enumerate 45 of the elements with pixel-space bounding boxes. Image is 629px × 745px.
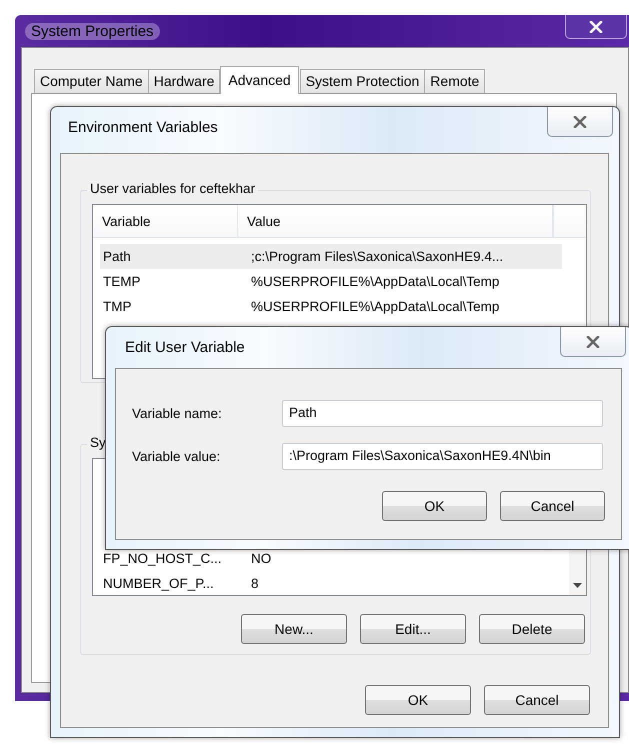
field-label: Variable value: (132, 449, 222, 464)
close-icon (573, 116, 587, 128)
button[interactable]: Cancel (484, 685, 590, 715)
table-cell-text: TEMP (102, 274, 142, 289)
group-label: User variables for ceftekhar (87, 181, 258, 196)
column-header[interactable]: Value (238, 205, 553, 237)
table-cell-text: %USERPROFILE%\AppData\Local\Temp (250, 274, 500, 289)
list-row[interactable]: NUMBER_OF_P... 8 (100, 571, 568, 596)
table-cell-text: TMP (102, 299, 132, 314)
list-row[interactable]: TMP %USERPROFILE%\AppData\Local\Temp (100, 294, 562, 319)
table-cell-text: 8 (250, 576, 259, 591)
scroll-down-icon[interactable] (573, 583, 582, 588)
list-row[interactable]: TEMP %USERPROFILE%\AppData\Local\Temp (100, 269, 562, 294)
button[interactable]: Cancel (500, 491, 605, 521)
scrollbar[interactable] (569, 549, 586, 595)
column-header[interactable]: Variable (93, 205, 238, 237)
table-cell-text: NO (250, 551, 272, 566)
input-field[interactable]: :\Program Files\Saxonica\SaxonHE9.4N\bin (282, 443, 603, 470)
close-button[interactable] (547, 107, 613, 137)
button[interactable]: OK (382, 491, 487, 521)
window-title: System Properties (25, 23, 160, 40)
tab[interactable]: System Protection (300, 69, 426, 93)
list-row[interactable]: Path ;c:\Program Files\Saxonica\SaxonHE9.4... (100, 244, 562, 269)
list-row[interactable]: FP_NO_HOST_C... NO (100, 546, 568, 571)
tab[interactable]: Computer Name (34, 69, 149, 93)
table-cell-text: NUMBER_OF_P... (102, 576, 215, 591)
close-icon (589, 20, 603, 32)
button[interactable]: OK (365, 685, 471, 715)
table-cell-text: ;c:\Program Files\Saxonica\SaxonHE9.4... (250, 249, 504, 264)
close-icon (586, 336, 600, 348)
table-cell-text: %USERPROFILE%\AppData\Local\Temp (250, 299, 500, 314)
button[interactable]: Edit... (360, 614, 466, 644)
field-label: Variable name: (132, 406, 223, 421)
tab[interactable]: Advanced (220, 66, 299, 94)
window-title: Environment Variables (67, 119, 219, 136)
table-cell-text: FP_NO_HOST_C... (102, 551, 223, 566)
close-button[interactable] (565, 15, 627, 39)
button[interactable]: Delete (479, 614, 585, 644)
tab[interactable]: Hardware (148, 69, 220, 93)
close-button[interactable] (560, 327, 626, 357)
button[interactable]: New... (241, 614, 347, 644)
table-cell-text: Path (102, 249, 132, 264)
window-title: Edit User Variable (124, 339, 246, 356)
input-field[interactable]: Path (282, 400, 603, 427)
tab[interactable]: Remote (424, 69, 486, 93)
